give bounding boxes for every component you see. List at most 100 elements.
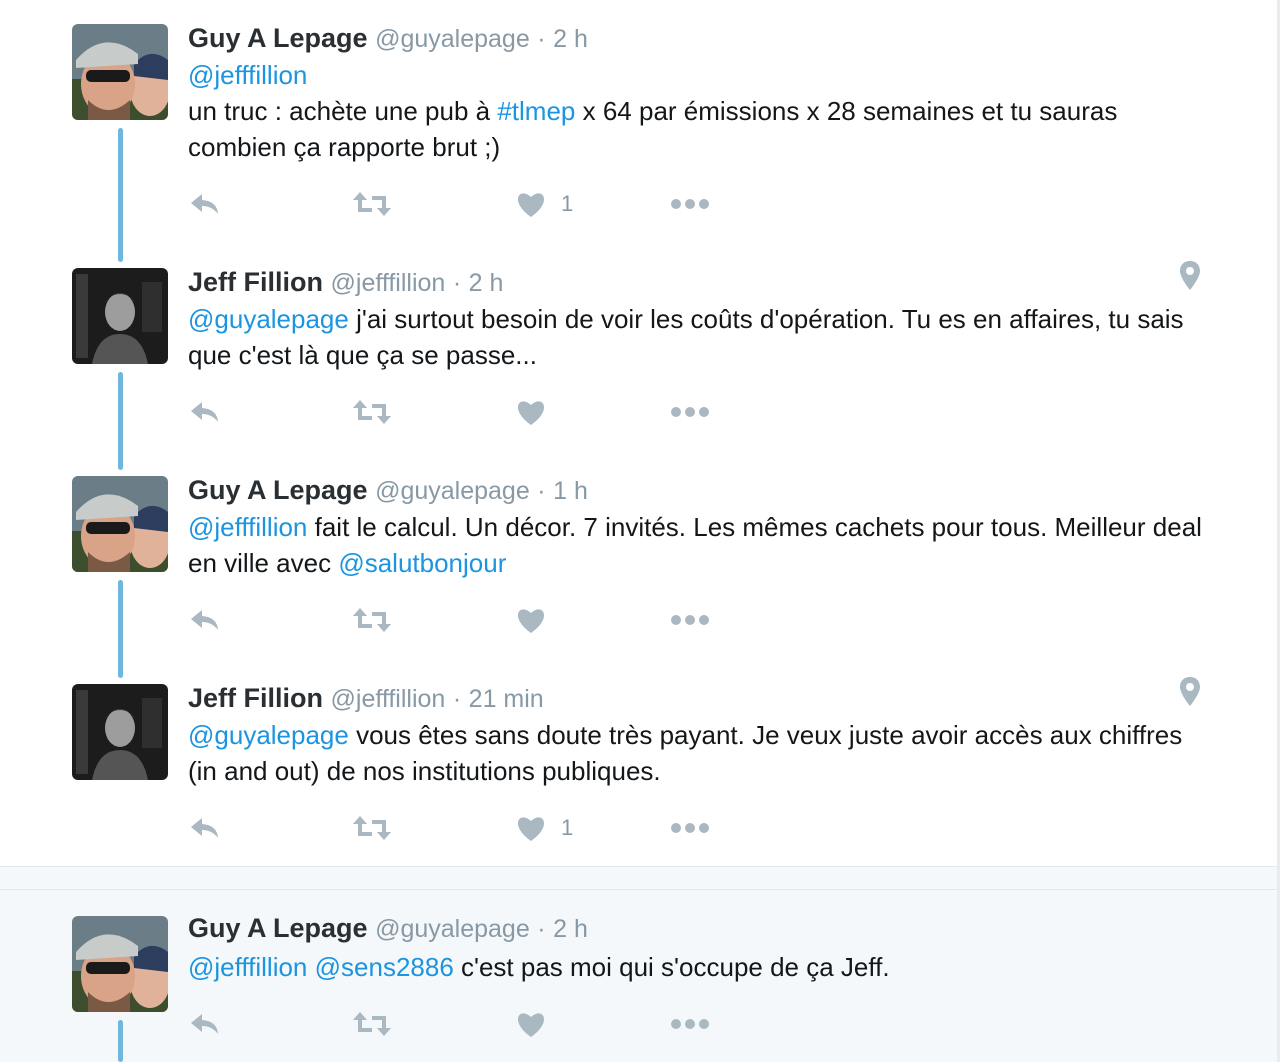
like-button[interactable]: 1 <box>515 808 573 848</box>
retweet-button[interactable] <box>352 184 392 224</box>
timestamp[interactable]: 2 h <box>553 915 588 943</box>
tweet-header: Guy A Lepage @guyalepage · 1 h <box>188 474 588 507</box>
heart-icon <box>517 193 545 217</box>
like-button[interactable]: 1 <box>515 184 573 224</box>
tweet-4[interactable]: Jeff Fillion @jefffillion · 21 min @guya… <box>0 674 1277 866</box>
more-options-button[interactable] <box>670 600 710 640</box>
retweet-button[interactable] <box>352 1004 392 1044</box>
text-segment: un truc : achète une pub à <box>188 96 498 126</box>
tweet-actions <box>188 1004 748 1044</box>
more-options-button[interactable] <box>670 184 710 224</box>
retweet-button[interactable] <box>352 392 392 432</box>
username[interactable]: @guyalepage <box>375 477 530 505</box>
mention-link[interactable]: @jefffillion <box>188 512 307 542</box>
avatar-image <box>72 684 168 780</box>
timestamp[interactable]: 2 h <box>469 269 504 297</box>
thread-connector <box>118 1020 123 1062</box>
heart-icon <box>517 1013 545 1037</box>
fullname[interactable]: Jeff Fillion <box>188 683 323 713</box>
avatar-guy-a-lepage[interactable] <box>72 916 168 1012</box>
separator-dot: · <box>537 477 546 505</box>
tweet-text: @guyalepage j'ai surtout besoin de voir … <box>188 301 1218 373</box>
tweet-1[interactable]: Guy A Lepage @guyalepage · 2 h @jefffill… <box>0 0 1277 262</box>
more-options-button[interactable] <box>670 392 710 432</box>
thread-connector <box>118 372 123 470</box>
avatar-guy-a-lepage[interactable] <box>72 476 168 572</box>
fullname[interactable]: Guy A Lepage <box>188 475 368 505</box>
conversation-separator <box>0 866 1277 890</box>
like-count: 1 <box>561 815 574 840</box>
heart-icon <box>517 609 545 633</box>
more-options-button[interactable] <box>670 1004 710 1044</box>
separator-dot: · <box>537 25 546 53</box>
conversation-page: Guy A Lepage @guyalepage · 2 h @jefffill… <box>0 0 1280 1062</box>
retweet-icon <box>353 1012 391 1036</box>
reply-button[interactable] <box>188 392 222 432</box>
tweet-text: @jefffillion @sens2886 c'est pas moi qui… <box>188 949 1218 985</box>
avatar-image <box>72 268 168 364</box>
separator-dot: · <box>452 685 462 713</box>
tweet-header: Guy A Lepage @guyalepage · 2 h <box>188 912 588 945</box>
mention-link[interactable]: @jefffillion <box>188 60 307 90</box>
tweet-5[interactable]: Guy A Lepage @guyalepage · 2 h @jefffill… <box>0 890 1277 1062</box>
timestamp[interactable]: 2 h <box>553 25 588 53</box>
retweet-icon <box>353 192 391 216</box>
tweet-text: @jefffillion fait le calcul. Un décor. 7… <box>188 509 1218 581</box>
reply-icon <box>191 194 218 214</box>
reply-icon <box>191 818 218 838</box>
reply-button[interactable] <box>188 600 222 640</box>
avatar-jeff-fillion[interactable] <box>72 684 168 780</box>
more-icon <box>671 615 709 625</box>
reply-button[interactable] <box>188 1004 222 1044</box>
more-icon <box>671 199 709 209</box>
retweet-icon <box>353 816 391 840</box>
thread-connector <box>118 128 123 262</box>
thread-connector <box>118 580 123 678</box>
tweet-header: Guy A Lepage @guyalepage · 2 h <box>188 22 588 55</box>
tweet-text: @guyalepage vous êtes sans doute très pa… <box>188 717 1218 789</box>
more-icon <box>671 823 709 833</box>
avatar-guy-a-lepage[interactable] <box>72 24 168 120</box>
reply-icon <box>191 402 218 422</box>
username[interactable]: @guyalepage <box>375 25 530 53</box>
timestamp[interactable]: 1 h <box>553 477 588 505</box>
more-options-button[interactable] <box>670 808 710 848</box>
separator-dot: · <box>452 269 462 297</box>
tweet-2[interactable]: Jeff Fillion @jefffillion · 2 h @guyalep… <box>0 258 1277 470</box>
reply-button[interactable] <box>188 808 222 848</box>
tweet-header: Jeff Fillion @jefffillion · 21 min <box>188 682 544 715</box>
text-segment: c'est pas moi qui s'occupe de ça Jeff. <box>453 952 890 982</box>
fullname[interactable]: Guy A Lepage <box>188 23 368 53</box>
mention-link[interactable]: @salutbonjour <box>338 548 506 578</box>
timestamp[interactable]: 21 min <box>469 685 544 713</box>
location-pin-icon[interactable] <box>1179 676 1201 708</box>
fullname[interactable]: Jeff Fillion <box>188 267 323 297</box>
more-icon <box>671 407 709 417</box>
username[interactable]: @jefffillion <box>331 685 446 713</box>
reply-button[interactable] <box>188 184 222 224</box>
avatar-image <box>72 24 168 120</box>
mention-link[interactable]: @jefffillion <box>188 952 307 982</box>
heart-icon <box>517 401 545 425</box>
avatar-jeff-fillion[interactable] <box>72 268 168 364</box>
hashtag-link[interactable]: #tlmep <box>497 96 575 126</box>
mention-link[interactable]: @guyalepage <box>188 720 349 750</box>
username[interactable]: @jefffillion <box>331 269 446 297</box>
like-button[interactable] <box>515 600 561 640</box>
mention-link[interactable]: @guyalepage <box>188 304 349 334</box>
like-button[interactable] <box>515 1004 561 1044</box>
retweet-button[interactable] <box>352 808 392 848</box>
fullname[interactable]: Guy A Lepage <box>188 913 368 943</box>
retweet-icon <box>353 400 391 424</box>
tweet-3[interactable]: Guy A Lepage @guyalepage · 1 h @jefffill… <box>0 466 1277 678</box>
reply-icon <box>191 610 218 630</box>
tweet-actions: 1 <box>188 184 748 224</box>
separator-dot: · <box>537 915 546 943</box>
username[interactable]: @guyalepage <box>375 915 530 943</box>
like-button[interactable] <box>515 392 561 432</box>
tweet-header: Jeff Fillion @jefffillion · 2 h <box>188 266 503 299</box>
mention-link[interactable]: @sens2886 <box>315 952 454 982</box>
more-icon <box>671 1019 709 1029</box>
retweet-button[interactable] <box>352 600 392 640</box>
location-pin-icon[interactable] <box>1179 260 1201 292</box>
